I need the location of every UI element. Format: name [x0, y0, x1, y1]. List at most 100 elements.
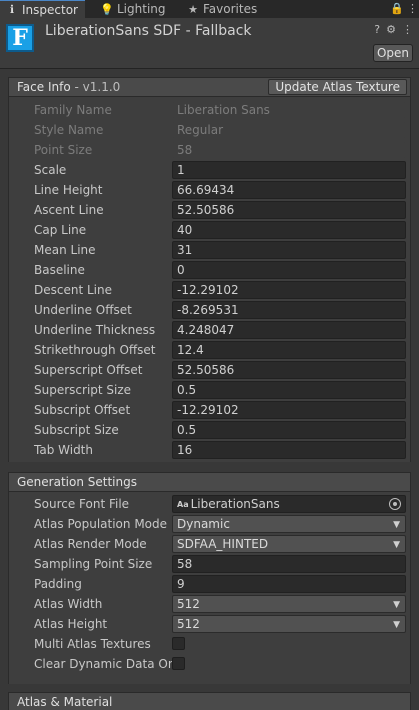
superscript-offset-field[interactable]: 52.50586	[172, 361, 406, 379]
descent-line-field[interactable]: -12.29102	[172, 281, 406, 299]
tab-inspector[interactable]: ℹ Inspector	[0, 0, 85, 18]
chevron-down-icon: ▼	[393, 600, 400, 610]
atlas-render-mode-dropdown[interactable]: SDFAA_HINTED ▼	[172, 535, 406, 553]
field-label: Ascent Line	[34, 203, 104, 217]
line-height-field[interactable]: 66.69434	[172, 181, 406, 199]
baseline-row: Baseline 0	[9, 260, 410, 280]
source-font-file-field[interactable]: Aa LiberationSans	[172, 495, 406, 513]
strikethrough-offset-field[interactable]: 12.4	[172, 341, 406, 359]
family-name-row: Family Name Liberation Sans	[9, 100, 410, 120]
padding-field[interactable]: 9	[172, 575, 406, 593]
line-height-row: Line Height 66.69434	[9, 180, 410, 200]
mean-line-field[interactable]: 31	[172, 241, 406, 259]
underline-offset-row: Underline Offset -8.269531	[9, 300, 410, 320]
point-size-field: 58	[172, 141, 406, 159]
font-file-icon: Aa	[177, 499, 189, 509]
settings-icon[interactable]: ⚙	[386, 23, 396, 36]
tab-label: Favorites	[203, 2, 258, 16]
atlas-population-mode-row: Atlas Population Mode Dynamic ▼	[9, 514, 410, 534]
strikethrough-offset-row: Strikethrough Offset 12.4	[9, 340, 410, 360]
face-info-body: Family Name Liberation Sans Style Name Regu…	[8, 97, 411, 462]
tab-bar: ℹ Inspector 💡 Lighting ★ Favorites 🔒 ⋮	[0, 0, 419, 18]
divider	[0, 68, 419, 69]
tab-favorites[interactable]: ★ Favorites	[187, 0, 257, 18]
tab-width-row: Tab Width 16	[9, 440, 410, 460]
scale-field[interactable]: 1	[172, 161, 406, 179]
info-icon: ℹ	[9, 3, 15, 16]
style-name-field: Regular	[172, 121, 406, 139]
cap-line-row: Cap Line 40	[9, 220, 410, 240]
font-asset-icon: F	[6, 24, 34, 52]
star-icon: ★	[188, 2, 198, 16]
padding-row: Padding 9	[9, 574, 410, 594]
field-label: Superscript Offset	[34, 363, 143, 377]
field-label: Underline Offset	[34, 303, 132, 317]
help-icon[interactable]: ?	[374, 23, 380, 36]
field-label: Mean Line	[34, 243, 96, 257]
field-label: Padding	[34, 577, 82, 591]
field-label: Family Name	[34, 103, 112, 117]
update-atlas-texture-button[interactable]: Update Atlas Texture	[268, 79, 407, 95]
atlas-width-dropdown[interactable]: 512 ▼	[172, 595, 406, 613]
underline-offset-field[interactable]: -8.269531	[172, 301, 406, 319]
chevron-down-icon: ▼	[393, 620, 400, 630]
tab-label: Lighting	[117, 2, 166, 16]
version-label: - v1.1.0	[74, 80, 121, 94]
more-icon[interactable]: ⋮	[402, 23, 413, 36]
field-label: Scale	[34, 163, 67, 177]
clear-dynamic-data-row: Clear Dynamic Data On	[9, 654, 410, 674]
atlas-material-header[interactable]: Atlas & Material	[8, 692, 411, 710]
field-label: Style Name	[34, 123, 104, 137]
field-label: Underline Thickness	[34, 323, 156, 337]
cap-line-field[interactable]: 40	[172, 221, 406, 239]
dropdown-value: Dynamic	[177, 517, 230, 531]
subscript-offset-field[interactable]: -12.29102	[172, 401, 406, 419]
atlas-width-row: Atlas Width 512 ▼	[9, 594, 410, 614]
object-picker-icon[interactable]	[389, 498, 401, 510]
field-label: Source Font File	[34, 497, 130, 511]
chevron-down-icon: ▼	[393, 520, 400, 530]
window-menu-icon[interactable]: ⋮	[407, 2, 418, 15]
subscript-offset-row: Subscript Offset -12.29102	[9, 400, 410, 420]
field-value: LiberationSans	[190, 497, 280, 511]
face-info-header[interactable]: Face Info - v1.1.0 Update Atlas Texture	[8, 77, 411, 97]
chevron-down-icon: ▼	[393, 540, 400, 550]
underline-thickness-field[interactable]: 4.248047	[172, 321, 406, 339]
field-label: Baseline	[34, 263, 85, 277]
scale-row: Scale 1	[9, 160, 410, 180]
lock-icon[interactable]: 🔒	[390, 2, 404, 15]
field-label: Atlas Population Mode	[34, 517, 168, 531]
multi-atlas-textures-checkbox[interactable]	[172, 637, 185, 650]
open-button[interactable]: Open	[373, 44, 413, 62]
atlas-height-dropdown[interactable]: 512 ▼	[172, 615, 406, 633]
field-label: Strikethrough Offset	[34, 343, 156, 357]
face-info-title: Face Info	[17, 80, 71, 94]
multi-atlas-textures-row: Multi Atlas Textures	[9, 634, 410, 654]
field-label: Tab Width	[34, 443, 93, 457]
generation-settings-header[interactable]: Generation Settings	[8, 472, 411, 492]
field-label: Line Height	[34, 183, 103, 197]
ascent-line-field[interactable]: 52.50586	[172, 201, 406, 219]
subscript-size-field[interactable]: 0.5	[172, 421, 406, 439]
subscript-size-row: Subscript Size 0.5	[9, 420, 410, 440]
generation-settings-body: Source Font File Aa LiberationSans Atlas…	[8, 492, 411, 684]
atlas-material-title: Atlas & Material	[17, 694, 113, 709]
lightbulb-icon: 💡	[100, 2, 114, 16]
baseline-field[interactable]: 0	[172, 261, 406, 279]
tab-label: Inspector	[22, 2, 78, 17]
dropdown-value: SDFAA_HINTED	[177, 537, 269, 551]
field-label: Point Size	[34, 143, 93, 157]
asset-title: LiberationSans SDF - Fallback	[45, 23, 252, 39]
field-label: Multi Atlas Textures	[34, 637, 151, 651]
field-label: Superscript Size	[34, 383, 132, 397]
field-label: Descent Line	[34, 283, 112, 297]
generation-settings-title: Generation Settings	[17, 475, 137, 489]
section-title: Face Info - v1.1.0	[17, 80, 120, 94]
clear-dynamic-data-checkbox[interactable]	[172, 657, 185, 670]
superscript-size-field[interactable]: 0.5	[172, 381, 406, 399]
tab-lighting[interactable]: 💡 Lighting	[100, 0, 166, 18]
field-label: Cap Line	[34, 223, 87, 237]
atlas-population-mode-dropdown[interactable]: Dynamic ▼	[172, 515, 406, 533]
tab-width-field[interactable]: 16	[172, 441, 406, 459]
sampling-point-size-field[interactable]: 58	[172, 555, 406, 573]
